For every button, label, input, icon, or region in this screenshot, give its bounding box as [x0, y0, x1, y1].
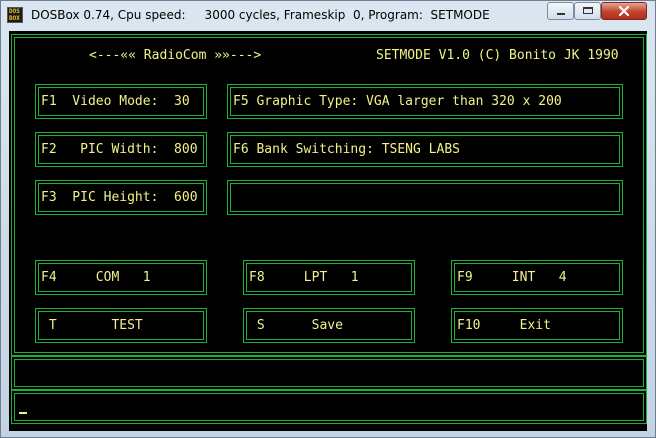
dosbox-window: DOS BOX DOSBox 0.74, Cpu speed: 3000 cyc…: [0, 0, 656, 438]
maximize-icon: [583, 7, 593, 14]
int-button[interactable]: F9 INT 4: [451, 260, 623, 295]
close-icon: [618, 5, 630, 17]
com-button[interactable]: F4 COM 1: [35, 260, 207, 295]
lpt-button[interactable]: F8 LPT 1: [243, 260, 415, 295]
pic-height-field[interactable]: F3 PIC Height: 600: [35, 180, 207, 215]
app-name-header: <---«« RadioCom »»--->: [89, 48, 262, 63]
video-mode-label: F1 Video Mode: 30: [41, 94, 190, 109]
bank-switching-field[interactable]: F6 Bank Switching: TSENG LABS: [227, 132, 623, 167]
video-mode-field[interactable]: F1 Video Mode: 30: [35, 84, 207, 119]
minimize-icon: [557, 13, 565, 15]
window-title: DOSBox 0.74, Cpu speed: 3000 cycles, Fra…: [31, 8, 490, 22]
int-label: F9 INT 4: [457, 270, 567, 285]
status-line: [11, 356, 647, 390]
graphic-type-field[interactable]: F5 Graphic Type: VGA larger than 320 x 2…: [227, 84, 623, 119]
exit-button[interactable]: F10 Exit: [451, 308, 623, 343]
bank-switching-label: F6 Bank Switching: TSENG LABS: [233, 142, 460, 157]
graphic-type-label: F5 Graphic Type: VGA larger than 320 x 2…: [233, 94, 562, 109]
close-button[interactable]: [601, 2, 647, 20]
icon-text-bottom: BOX: [9, 15, 20, 22]
com-label: F4 COM 1: [41, 270, 151, 285]
save-label: S Save: [249, 318, 343, 333]
maximize-button[interactable]: [574, 2, 601, 20]
command-line[interactable]: [11, 390, 647, 424]
dosbox-icon[interactable]: DOS BOX: [7, 7, 23, 23]
minimize-button[interactable]: [547, 2, 574, 20]
pic-height-label: F3 PIC Height: 600: [41, 190, 198, 205]
test-button[interactable]: T TEST: [35, 308, 207, 343]
text-cursor: [19, 412, 27, 414]
test-label: T TEST: [41, 318, 143, 333]
dos-screen: <---«« RadioCom »»---> SETMODE V1.0 (C) …: [9, 31, 647, 431]
version-header: SETMODE V1.0 (C) Bonito JK 1990: [376, 48, 619, 63]
pic-width-field[interactable]: F2 PIC Width: 800: [35, 132, 207, 167]
title-bar[interactable]: DOS BOX DOSBox 0.74, Cpu speed: 3000 cyc…: [1, 1, 655, 31]
lpt-label: F8 LPT 1: [249, 270, 359, 285]
save-button[interactable]: S Save: [243, 308, 415, 343]
empty-field[interactable]: [227, 180, 623, 215]
exit-label: F10 Exit: [457, 318, 551, 333]
pic-width-label: F2 PIC Width: 800: [41, 142, 198, 157]
